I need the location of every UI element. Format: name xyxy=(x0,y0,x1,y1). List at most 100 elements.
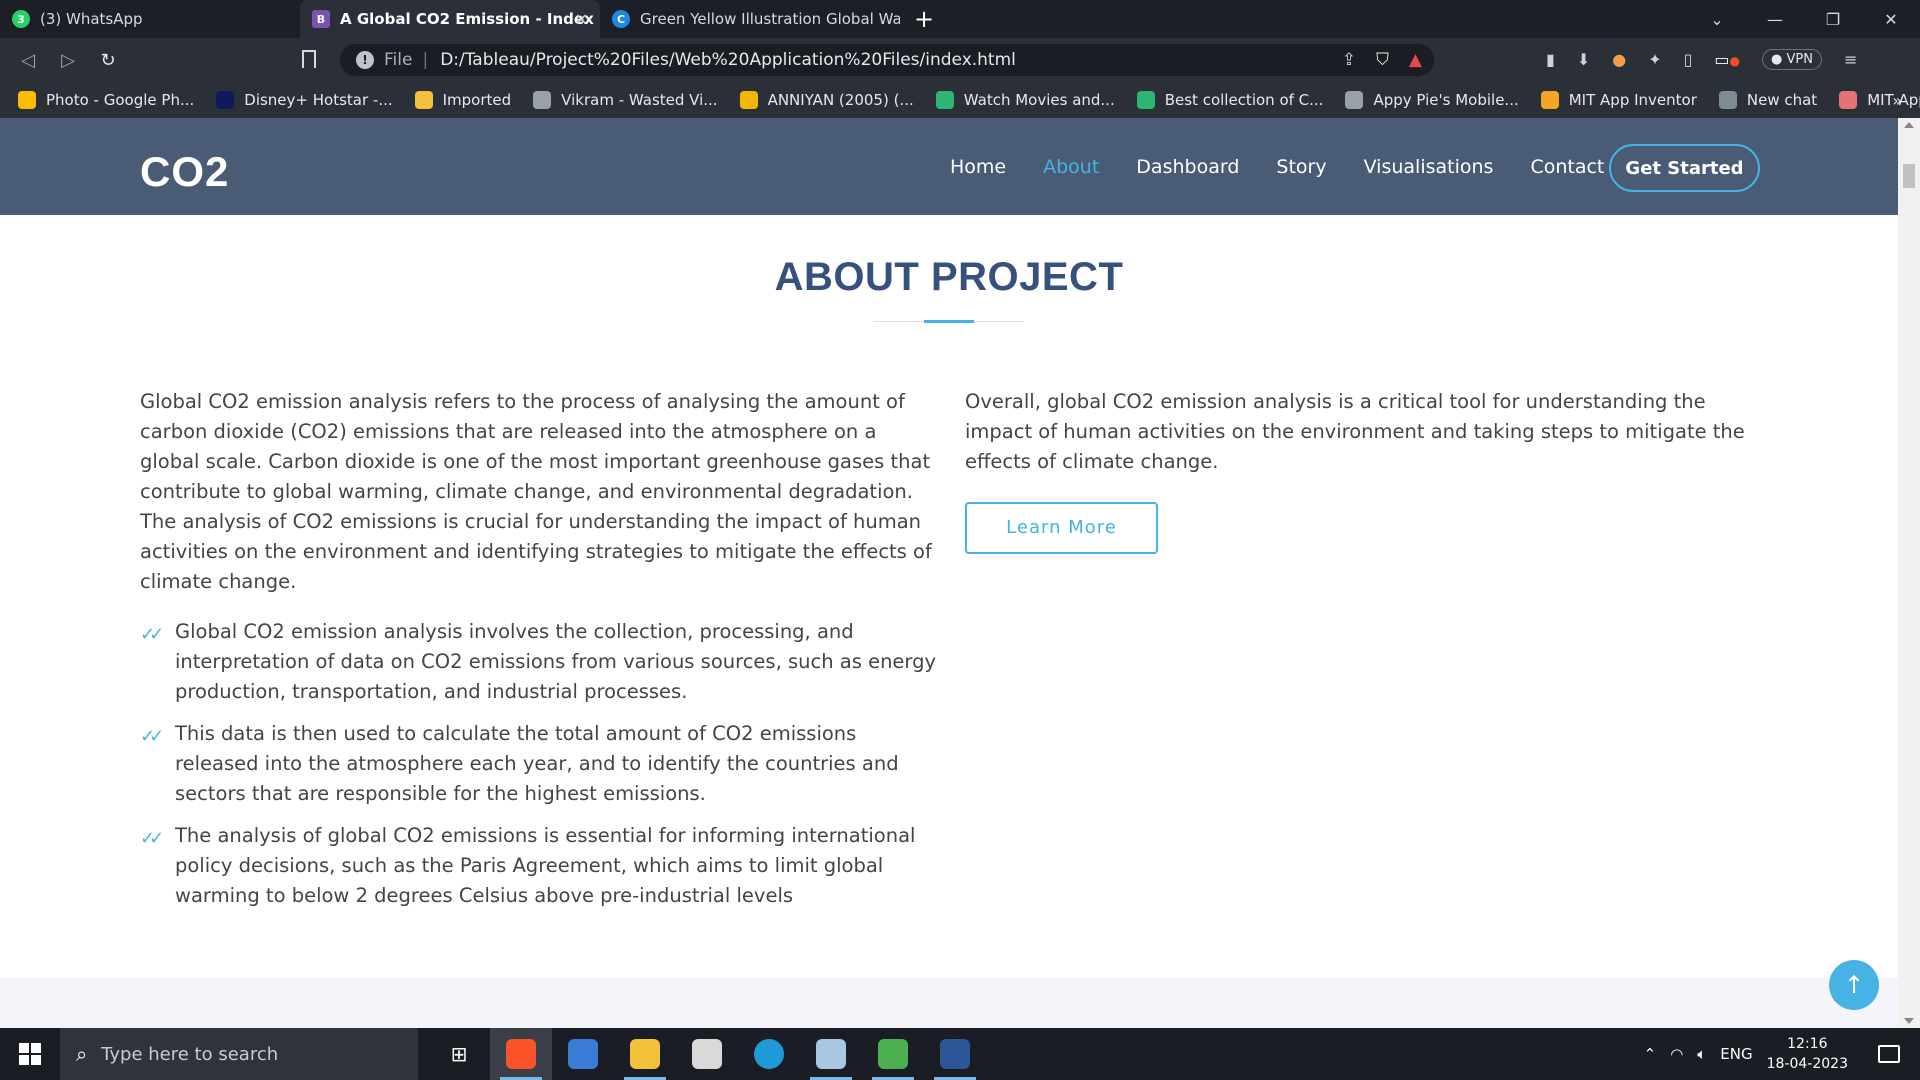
folder-icon xyxy=(630,1039,660,1069)
get-started-button[interactable]: Get Started xyxy=(1609,144,1760,192)
bookmark-item[interactable]: Imported xyxy=(414,91,511,109)
scroll-down-icon[interactable] xyxy=(1904,1018,1914,1024)
bullet-text: This data is then used to calculate the … xyxy=(175,722,899,805)
scrollbar-thumb[interactable] xyxy=(1903,164,1915,188)
minimize-icon[interactable]: — xyxy=(1746,10,1804,29)
chevron-up-icon[interactable]: ⌃ xyxy=(1644,1045,1657,1063)
bullet-text: Global CO2 emission analysis involves th… xyxy=(175,620,937,703)
tableau-icon xyxy=(878,1039,908,1069)
edge-icon xyxy=(754,1039,784,1069)
taskbar-apps: ⊞ xyxy=(428,1028,986,1080)
notification-icon[interactable] xyxy=(1878,1045,1900,1063)
scroll-up-icon[interactable] xyxy=(1904,122,1914,128)
taskbar-search[interactable]: ⌕ Type here to search xyxy=(60,1028,418,1080)
page-scrollbar[interactable] xyxy=(1898,118,1920,1028)
site-info-icon[interactable]: ! xyxy=(356,51,374,69)
about-bullet-list: ✓✓ Global CO2 emission analysis involves… xyxy=(140,617,940,911)
paint-icon xyxy=(692,1039,722,1069)
back-to-top-button[interactable]: ↑ xyxy=(1829,960,1879,1010)
list-item: ✓✓ This data is then used to calculate t… xyxy=(140,719,940,809)
tab-co2-index[interactable]: B A Global CO2 Emission - Index ✕ xyxy=(300,0,600,38)
magnifier-app-icon xyxy=(568,1039,598,1069)
window-controls: ⌄ — ❐ ✕ xyxy=(1688,0,1920,38)
bookmark-item[interactable]: Photo - Google Ph... xyxy=(18,91,194,109)
brave-shield-icon[interactable]: ⛉ xyxy=(1376,50,1389,70)
bookmark-item[interactable]: ANNIYAN (2005) (... xyxy=(739,91,914,109)
nav-link-visualisations[interactable]: Visualisations xyxy=(1364,156,1494,178)
reload-icon[interactable]: ↻ xyxy=(88,50,128,71)
url-text[interactable]: D:/Tableau/Project%20Files/Web%20Applica… xyxy=(440,50,1016,70)
back-icon[interactable]: ◁ xyxy=(8,50,48,71)
bookmark-label: Best collection of C... xyxy=(1164,91,1324,109)
wallet-icon[interactable]: ▮ xyxy=(1546,50,1555,69)
taskbar-app-book[interactable] xyxy=(800,1028,862,1080)
bookmark-item[interactable]: Watch Movies and... xyxy=(935,91,1115,109)
bookmark-favicon-icon xyxy=(18,91,36,109)
share-icon[interactable]: ⇪ xyxy=(1342,50,1356,70)
wifi-icon[interactable]: ◠ xyxy=(1670,1045,1683,1063)
forward-icon[interactable]: ▷ xyxy=(48,50,88,71)
new-tab-button[interactable]: + xyxy=(914,5,934,33)
vpn-button[interactable]: ● VPN xyxy=(1762,49,1822,70)
nav-link-story[interactable]: Story xyxy=(1276,156,1326,178)
bookmark-label: MIT App Inventor xyxy=(1568,91,1697,109)
clock[interactable]: 12:16 18-04-2023 xyxy=(1767,1034,1848,1074)
bullet-text: The analysis of global CO2 emissions is … xyxy=(175,824,916,907)
bookmark-favicon-icon xyxy=(414,91,433,109)
volume-icon[interactable]: 🔈︎ xyxy=(1697,1045,1706,1063)
bookmark-item[interactable]: New chat xyxy=(1718,91,1818,109)
download-icon[interactable]: ⬇ xyxy=(1577,50,1590,69)
search-placeholder: Type here to search xyxy=(101,1043,279,1065)
book-icon xyxy=(816,1039,846,1069)
bookmark-icon[interactable] xyxy=(302,50,316,68)
menu-icon[interactable]: ≡ xyxy=(1844,50,1857,69)
extension-orange-icon[interactable]: ● xyxy=(1612,50,1626,69)
tab-whatsapp[interactable]: 3 (3) WhatsApp xyxy=(0,0,300,38)
nav-link-home[interactable]: Home xyxy=(950,156,1006,178)
taskbar-paint[interactable] xyxy=(676,1028,738,1080)
start-button[interactable] xyxy=(0,1028,60,1080)
sidebar-icon[interactable]: ▯ xyxy=(1684,50,1693,69)
bookmark-label: New chat xyxy=(1746,91,1818,109)
bookmark-item[interactable]: Disney+ Hotstar -... xyxy=(216,91,393,109)
taskbar-word[interactable] xyxy=(924,1028,986,1080)
bookmark-item[interactable]: Best collection of C... xyxy=(1136,91,1324,109)
next-section-strip xyxy=(0,978,1898,1028)
taskbar-app-search[interactable] xyxy=(552,1028,614,1080)
restore-icon[interactable]: ❐ xyxy=(1804,10,1862,29)
whatsapp-icon: 3 xyxy=(12,10,30,28)
bookmark-item[interactable]: MIT App Inventor xyxy=(1540,91,1697,109)
nav-link-about[interactable]: About xyxy=(1043,156,1099,178)
taskbar-tableau[interactable] xyxy=(862,1028,924,1080)
taskbar-edge[interactable] xyxy=(738,1028,800,1080)
bookmark-item[interactable]: Appy Pie's Mobile... xyxy=(1345,91,1519,109)
taskbar-file-explorer[interactable] xyxy=(614,1028,676,1080)
task-view-button[interactable]: ⊞ xyxy=(428,1028,490,1080)
bookmark-label: Appy Pie's Mobile... xyxy=(1373,91,1519,109)
close-window-icon[interactable]: ✕ xyxy=(1862,10,1920,29)
bookmark-item[interactable]: Vikram - Wasted Vi... xyxy=(533,91,718,109)
about-right-column: Overall, global CO2 emission analysis is… xyxy=(965,387,1765,554)
bookmarks-overflow-button[interactable]: » xyxy=(1892,91,1902,110)
site-nav: Home About Dashboard Story Visualisations Con… xyxy=(950,156,1641,178)
close-tab-icon[interactable]: ✕ xyxy=(575,10,588,29)
clock-time: 12:16 xyxy=(1787,1036,1828,1052)
tab-canva[interactable]: C Green Yellow Illustration Global Warmi xyxy=(600,0,900,38)
tab-label: A Global CO2 Emission - Index xyxy=(340,10,594,28)
learn-more-button[interactable]: Learn More xyxy=(965,502,1158,554)
brave-rewards-icon[interactable]: ▲ xyxy=(1409,50,1422,70)
wallet-notification-icon[interactable]: ▭● xyxy=(1714,50,1740,69)
nav-link-dashboard[interactable]: Dashboard xyxy=(1136,156,1239,178)
site-logo[interactable]: CO2 xyxy=(140,148,229,196)
puzzle-icon[interactable]: ✦ xyxy=(1648,50,1661,69)
tab-search-icon[interactable]: ⌄ xyxy=(1688,10,1746,29)
language-indicator[interactable]: ENG xyxy=(1720,1045,1752,1063)
about-intro: Global CO2 emission analysis refers to t… xyxy=(140,390,932,593)
list-item: ✓✓ The analysis of global CO2 emissions … xyxy=(140,821,940,911)
bookmark-item[interactable]: MIT App Inventor xyxy=(1839,91,1920,109)
windows-logo-icon xyxy=(19,1043,41,1065)
taskbar-brave[interactable] xyxy=(490,1028,552,1080)
address-bar[interactable]: ! File | D:/Tableau/Project%20Files/Web%… xyxy=(340,44,1434,76)
clock-date: 18-04-2023 xyxy=(1766,1056,1848,1072)
nav-link-contact[interactable]: Contact xyxy=(1530,156,1604,178)
